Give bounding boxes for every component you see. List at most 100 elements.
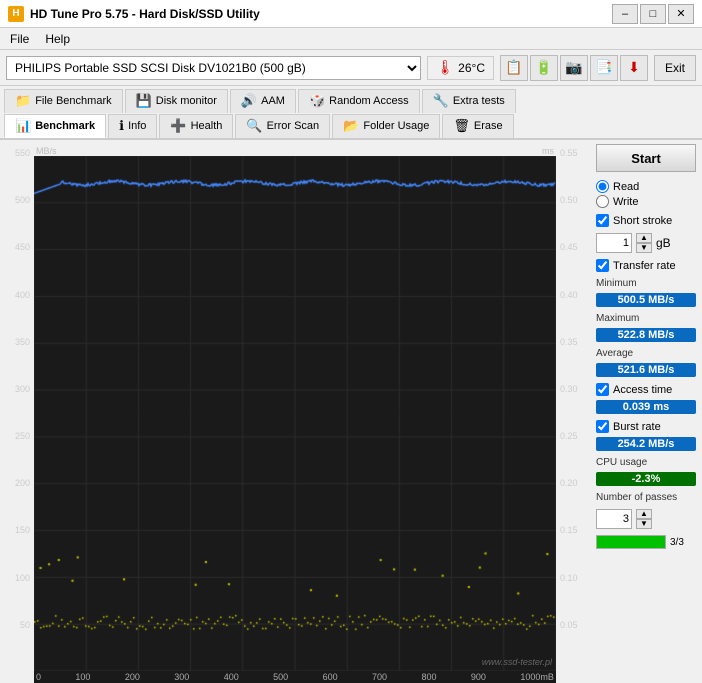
benchmark-icon: 📊 (15, 118, 31, 134)
access-time-value: 0.039 ms (596, 400, 696, 414)
tab-info[interactable]: ℹ Info (108, 114, 157, 138)
chart-top-labels: MB/s ms (34, 146, 556, 156)
y-axis-left: 550 500 450 400 350 300 250 200 150 100 … (6, 146, 34, 683)
access-time-input[interactable] (596, 383, 609, 396)
main-content: 550 500 450 400 350 300 250 200 150 100 … (0, 140, 702, 667)
transfer-rate-input[interactable] (596, 259, 609, 272)
folder-usage-icon: 📂 (343, 118, 359, 134)
aam-icon: 🔊 (241, 93, 257, 109)
random-access-icon: 🎲 (309, 93, 325, 109)
short-stroke-label: Short stroke (613, 215, 672, 227)
save-icon-btn[interactable]: ⬇ (620, 55, 648, 81)
exit-button[interactable]: Exit (654, 55, 696, 81)
file-benchmark-icon: 📁 (15, 93, 31, 109)
burst-rate-input[interactable] (596, 420, 609, 433)
short-stroke-checkbox[interactable]: Short stroke (596, 214, 696, 227)
progress-bar-fill (597, 536, 665, 548)
y-label: 200 (6, 478, 30, 488)
passes-input[interactable] (596, 509, 632, 529)
write-radio-label[interactable]: Write (596, 195, 696, 208)
tab-aam-label: AAM (261, 95, 285, 107)
tab-disk-monitor[interactable]: 💾 Disk monitor (125, 89, 228, 113)
health-icon: ➕ (170, 118, 186, 134)
info-icon-btn[interactable]: 📋 (500, 55, 528, 81)
burst-rate-value: 254.2 MB/s (596, 437, 696, 451)
erase-icon: 🗑 (453, 118, 470, 134)
y-label: 400 (6, 290, 30, 300)
y-label-top: 550 (6, 148, 30, 158)
tab-row-1: 📁 File Benchmark 💾 Disk monitor 🔊 AAM 🎲 … (4, 89, 698, 113)
copy-icon-btn[interactable]: 📑 (590, 55, 618, 81)
transfer-rate-checkbox[interactable]: Transfer rate (596, 259, 696, 272)
stroke-down-button[interactable]: ▼ (636, 243, 652, 253)
thermometer-icon: 🌡 (436, 59, 454, 76)
tab-health[interactable]: ➕ Health (159, 114, 233, 138)
title-bar-left: H HD Tune Pro 5.75 - Hard Disk/SSD Utili… (8, 6, 260, 22)
tab-erase-label: Erase (474, 120, 503, 132)
tab-health-label: Health (191, 120, 223, 132)
x-axis-labels: 0 100 200 300 400 500 600 700 800 900 10… (34, 671, 556, 683)
write-radio[interactable] (596, 195, 609, 208)
tab-aam[interactable]: 🔊 AAM (230, 89, 296, 113)
menu-help[interactable]: Help (39, 31, 76, 47)
tab-erase[interactable]: 🗑 Erase (442, 114, 513, 138)
close-button[interactable]: ✕ (668, 4, 694, 24)
y-label: 300 (6, 384, 30, 394)
tab-file-benchmark[interactable]: 📁 File Benchmark (4, 89, 123, 113)
stroke-spinner-buttons: ▲ ▼ (636, 233, 652, 253)
temperature-value: 26°C (458, 61, 485, 75)
burst-rate-checkbox[interactable]: Burst rate (596, 420, 696, 433)
app-icon: H (8, 6, 24, 22)
temperature-display: 🌡 26°C (427, 56, 494, 80)
y-label: 50 (6, 620, 30, 630)
start-button[interactable]: Start (596, 144, 696, 172)
y-label: 450 (6, 242, 30, 252)
window-title: HD Tune Pro 5.75 - Hard Disk/SSD Utility (30, 7, 260, 21)
short-stroke-input[interactable] (596, 214, 609, 227)
stroke-spinner-row: ▲ ▼ gB (596, 233, 696, 253)
tab-random-access[interactable]: 🎲 Random Access (298, 89, 420, 113)
maximize-button[interactable]: □ (640, 4, 666, 24)
title-bar-controls: – □ ✕ (612, 4, 694, 24)
device-bar: PHILIPS Portable SSD SCSI Disk DV1021B0 … (0, 50, 702, 86)
read-radio-label[interactable]: Read (596, 180, 696, 193)
watermark: www.ssd-tester.pl (482, 657, 552, 667)
progress-row: 3/3 (596, 535, 696, 549)
average-value: 521.6 MB/s (596, 363, 696, 377)
tab-row-2: 📊 Benchmark ℹ Info ➕ Health 🔍 Error Scan… (4, 114, 698, 138)
tab-error-scan[interactable]: 🔍 Error Scan (235, 114, 330, 138)
passes-down-button[interactable]: ▼ (636, 519, 652, 529)
access-time-checkbox[interactable]: Access time (596, 383, 696, 396)
burst-rate-label: Burst rate (613, 421, 661, 433)
passes-label: Number of passes (596, 492, 696, 503)
device-select[interactable]: PHILIPS Portable SSD SCSI Disk DV1021B0 … (6, 56, 421, 80)
minimize-button[interactable]: – (612, 4, 638, 24)
access-time-label: Access time (613, 384, 672, 396)
passes-spinner-buttons: ▲ ▼ (636, 509, 652, 529)
tab-extra-tests[interactable]: 🔧 Extra tests (422, 89, 516, 113)
stroke-unit: gB (656, 236, 671, 250)
tab-file-benchmark-label: File Benchmark (35, 95, 111, 107)
passes-up-button[interactable]: ▲ (636, 509, 652, 519)
tab-benchmark[interactable]: 📊 Benchmark (4, 114, 106, 138)
disk-monitor-icon: 💾 (136, 93, 152, 109)
read-write-group: Read Write (596, 180, 696, 208)
device-icons: 📋 🔋 📷 📑 ⬇ (500, 55, 648, 81)
camera-icon-btn[interactable]: 📷 (560, 55, 588, 81)
tab-error-scan-label: Error Scan (267, 120, 320, 132)
tab-disk-monitor-label: Disk monitor (156, 95, 217, 107)
stroke-up-button[interactable]: ▲ (636, 233, 652, 243)
tab-info-label: Info (128, 120, 146, 132)
average-label: Average (596, 348, 696, 359)
y-label: 100 (6, 573, 30, 583)
health-icon-btn[interactable]: 🔋 (530, 55, 558, 81)
y-label: 150 (6, 525, 30, 535)
tab-folder-usage[interactable]: 📂 Folder Usage (332, 114, 440, 138)
y-axis-right: 0.55 0.50 0.45 0.40 0.35 0.30 0.25 0.20 … (556, 146, 584, 683)
menu-file[interactable]: File (4, 31, 35, 47)
y-label: 500 (6, 195, 30, 205)
progress-label: 3/3 (670, 537, 684, 548)
benchmark-chart (34, 156, 556, 671)
stroke-value-input[interactable] (596, 233, 632, 253)
read-radio[interactable] (596, 180, 609, 193)
